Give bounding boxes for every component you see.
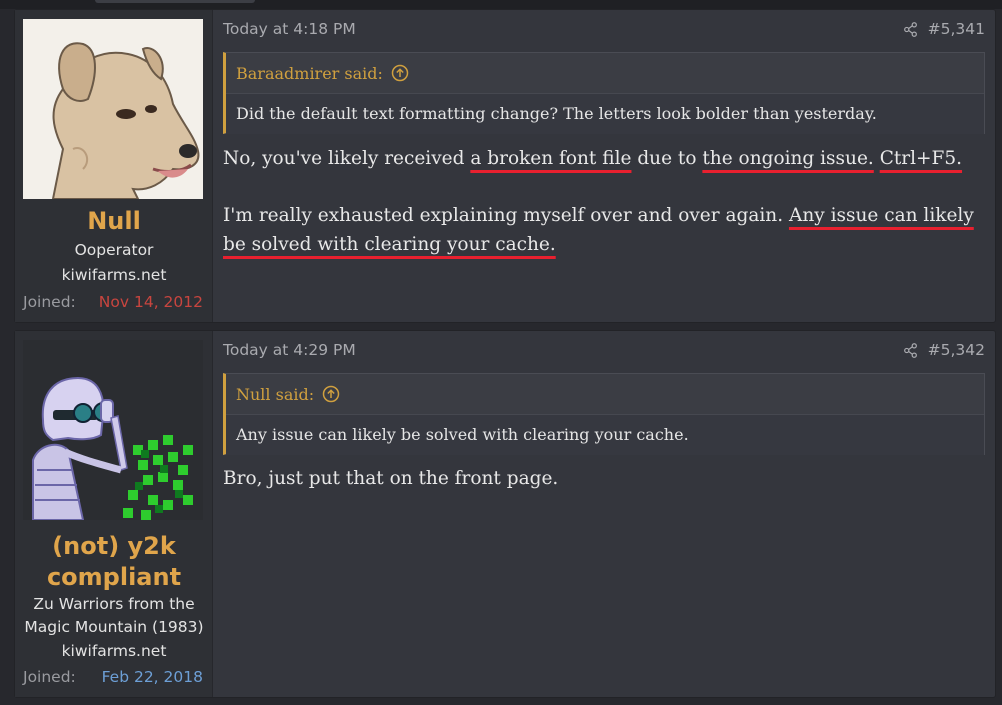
- skeleton-binoculars-avatar-icon: [23, 340, 203, 520]
- message-text: I'm really exhausted explaining myself o…: [223, 205, 789, 226]
- user-title-line-2: Magic Mountain (1983): [24, 618, 204, 636]
- user-title: Ooperator: [74, 241, 154, 259]
- post-number[interactable]: #5,342: [928, 341, 985, 359]
- post-number[interactable]: #5,341: [928, 20, 985, 38]
- post-5342: (not) y2k compliant Zu Warriors from the…: [14, 330, 996, 698]
- top-strip: [0, 0, 1002, 9]
- message-paragraph-1: No, you've likely received a broken font…: [223, 144, 987, 173]
- share-icon[interactable]: [903, 21, 918, 37]
- top-tab: [95, 0, 255, 3]
- joined-label: Joined:: [23, 668, 76, 686]
- quote-block: Null said: Any issue can likely be solve…: [223, 373, 985, 455]
- post-main: Today at 4:18 PM #5,341 Baraadmirer said…: [213, 10, 995, 322]
- post-main: Today at 4:29 PM #5,342 Null said: Any i…: [213, 331, 995, 697]
- username[interactable]: Null: [15, 206, 213, 237]
- avatar[interactable]: [23, 19, 203, 199]
- post-5341: Null Ooperator kiwifarms.net Joined: Nov…: [14, 9, 996, 323]
- underlined-text: a broken font file: [470, 148, 632, 169]
- message-text: No, you've likely received: [223, 148, 471, 169]
- post-meta-right: #5,341: [903, 20, 985, 38]
- joined-label: Joined:: [23, 293, 76, 311]
- quote-header[interactable]: Baraadmirer said:: [226, 53, 984, 94]
- user-title-line-1: Zu Warriors from the: [33, 595, 195, 613]
- arrow-up-circle-icon[interactable]: [391, 64, 409, 82]
- avatar[interactable]: [23, 340, 203, 520]
- post-time[interactable]: Today at 4:29 PM: [223, 341, 356, 359]
- arrow-up-circle-icon[interactable]: [322, 385, 340, 403]
- message-paragraph-2: I'm really exhausted explaining myself o…: [223, 201, 987, 259]
- underlined-text: the ongoing issue.: [702, 148, 874, 169]
- dog-avatar-icon: [23, 19, 203, 199]
- user-joined: Joined: Nov 14, 2012: [23, 292, 203, 312]
- quote-author[interactable]: Baraadmirer said:: [236, 64, 383, 83]
- message-text: due to: [631, 148, 703, 169]
- user-cell: Null Ooperator kiwifarms.net Joined: Nov…: [15, 10, 213, 322]
- quote-author[interactable]: Null said:: [236, 385, 314, 404]
- user-cell: (not) y2k compliant Zu Warriors from the…: [15, 331, 213, 697]
- underlined-text: Ctrl+F5.: [879, 148, 963, 169]
- quote-text: Any issue can likely be solved with clea…: [226, 415, 984, 455]
- quote-block: Baraadmirer said: Did the default text f…: [223, 52, 985, 134]
- joined-date: Feb 22, 2018: [101, 668, 203, 686]
- username-line-2[interactable]: compliant: [15, 562, 213, 593]
- joined-date: Nov 14, 2012: [98, 293, 203, 311]
- user-joined: Joined: Feb 22, 2018: [23, 667, 203, 687]
- user-site: kiwifarms.net: [61, 642, 167, 660]
- user-site: kiwifarms.net: [61, 266, 167, 284]
- quote-text: Did the default text formatting change? …: [226, 94, 984, 134]
- quote-header[interactable]: Null said:: [226, 374, 984, 415]
- share-icon[interactable]: [903, 342, 918, 358]
- username-line-1[interactable]: (not) y2k: [15, 531, 213, 562]
- post-time[interactable]: Today at 4:18 PM: [223, 20, 356, 38]
- message-text: Bro, just put that on the front page.: [223, 468, 559, 489]
- post-meta-right: #5,342: [903, 341, 985, 359]
